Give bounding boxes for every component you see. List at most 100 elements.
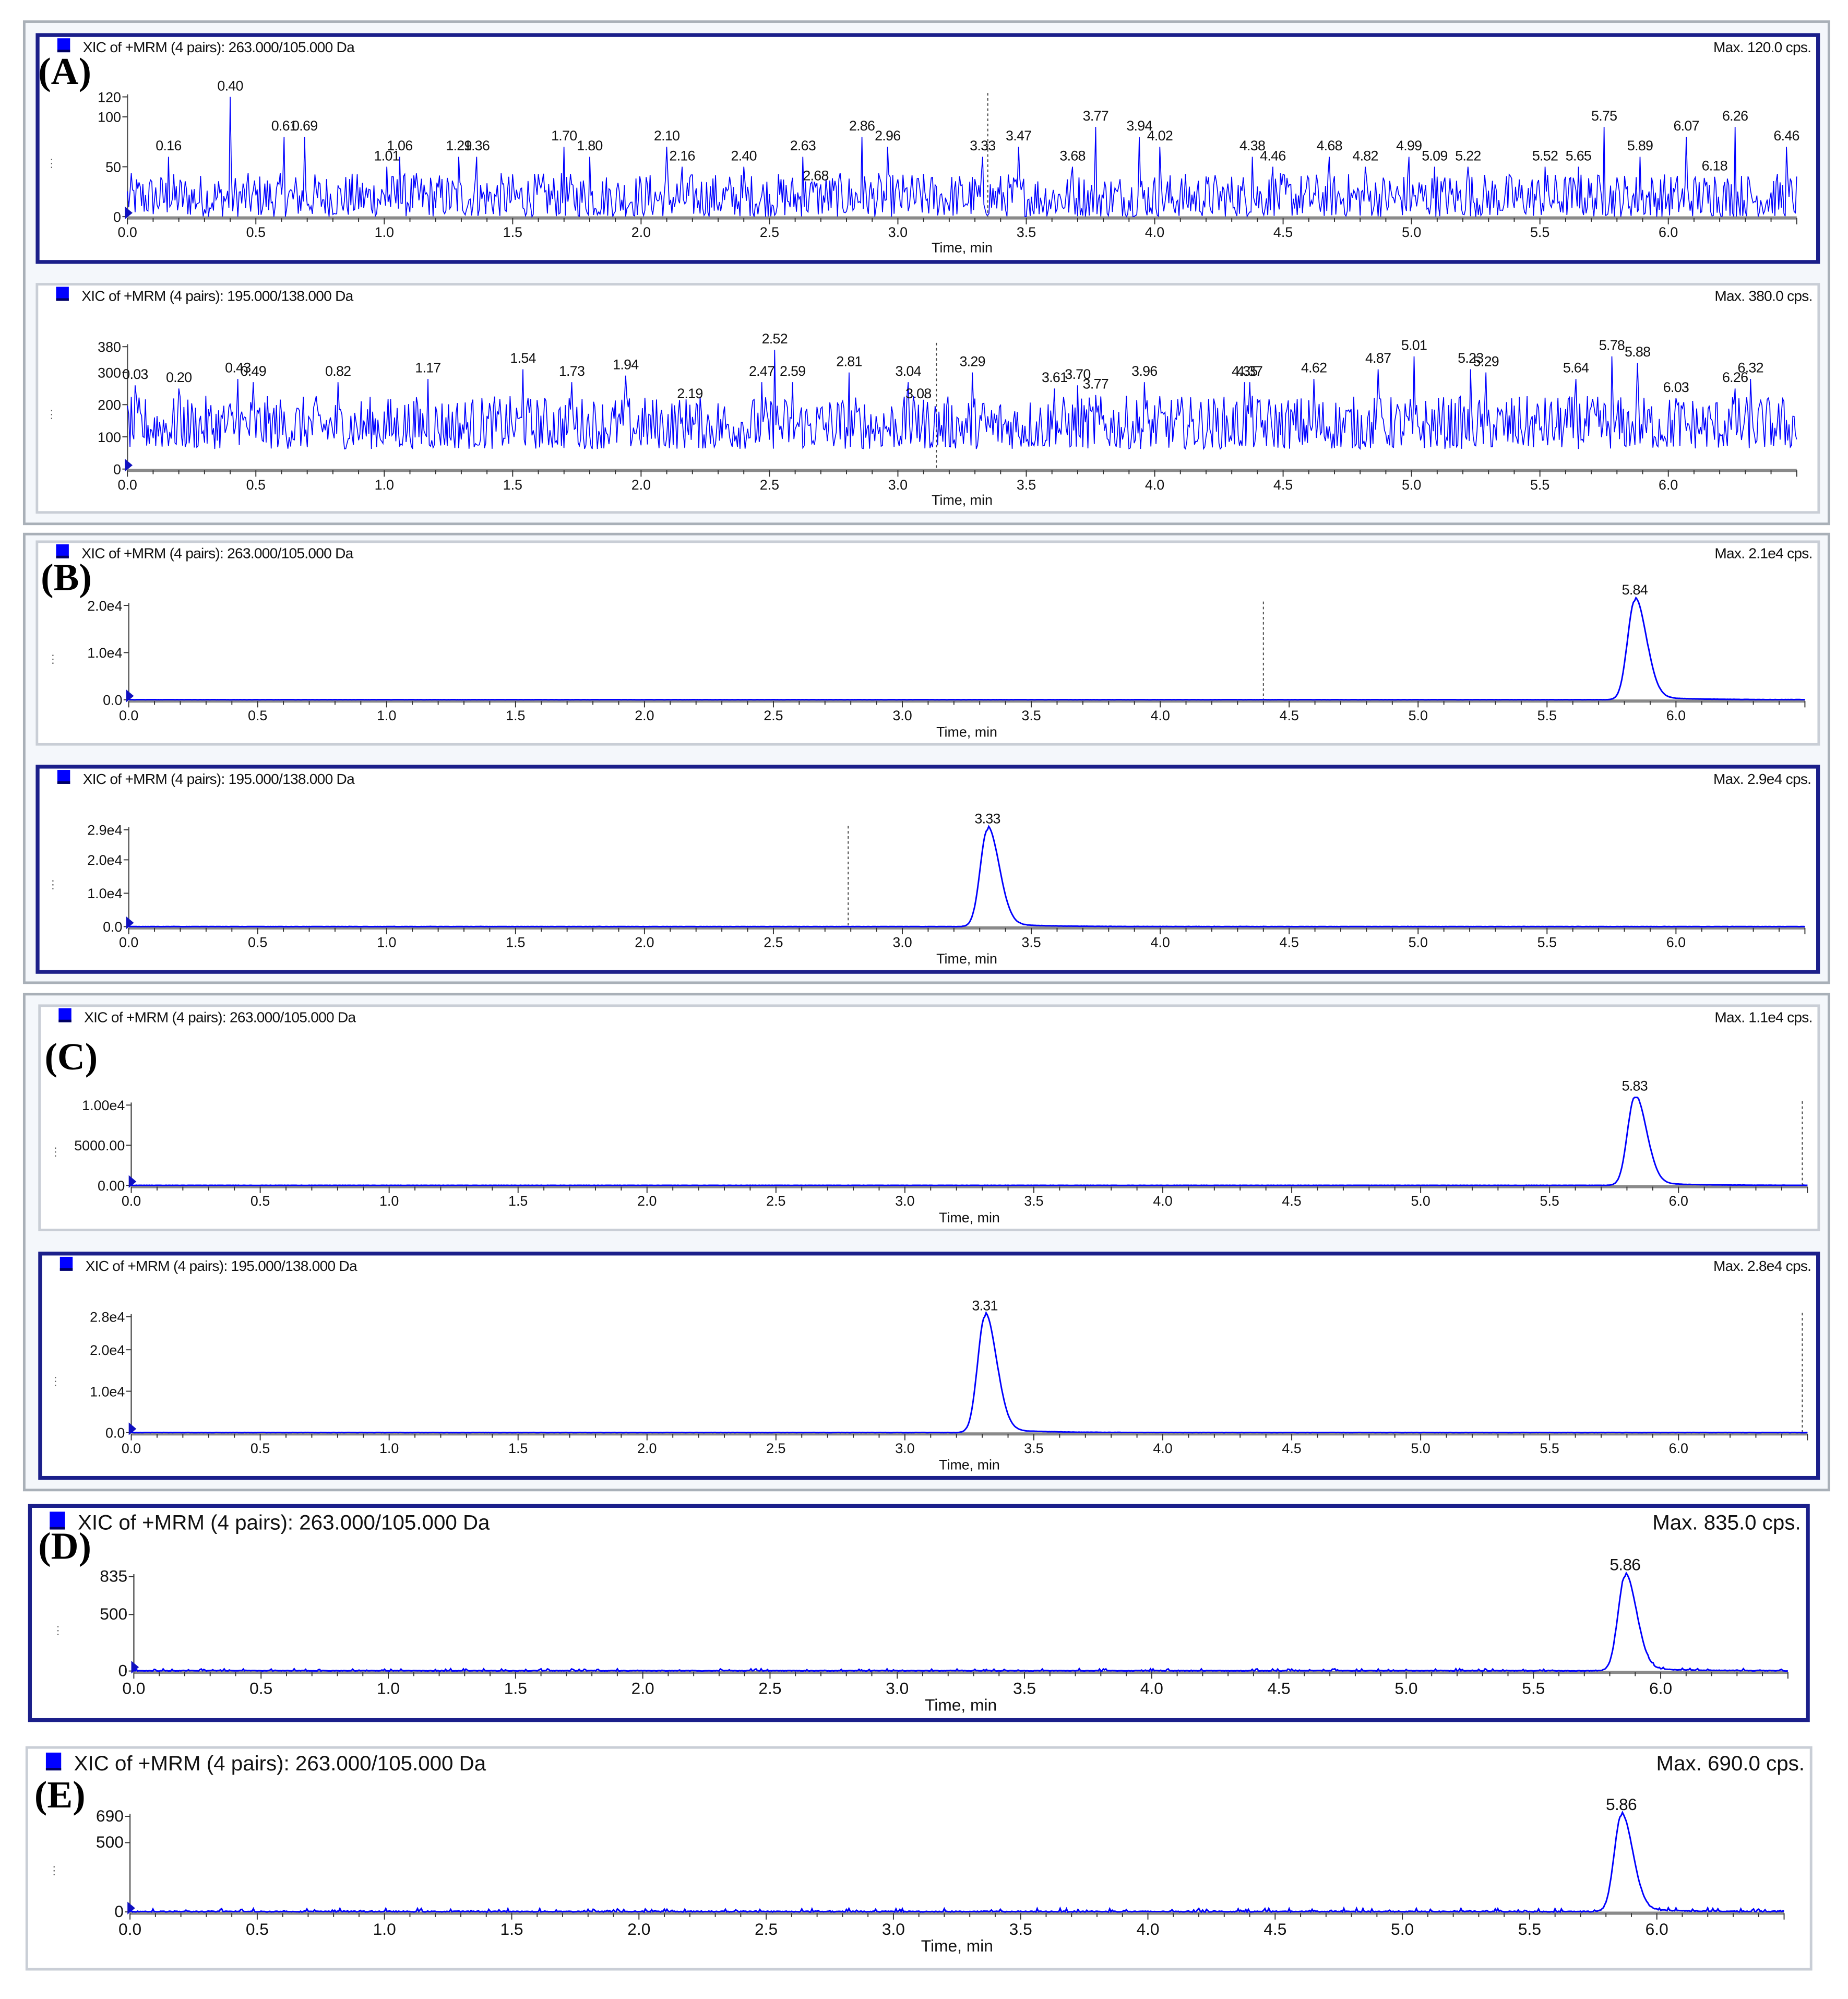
y-tick-label: 2.9e4: [87, 823, 122, 838]
peak-rt-label: 1.94: [613, 357, 639, 373]
x-tick-label: 0.0: [122, 1679, 145, 1698]
chromatogram-trace: [128, 825, 1805, 927]
x-tick-label: 5.5: [1530, 224, 1549, 240]
y-axis-collapse-icon: ⋮: [50, 1145, 61, 1158]
peak-rt-label: 3.68: [1059, 148, 1085, 163]
x-tick-label: 2.0: [631, 1679, 654, 1698]
peak-rt-label: 2.96: [875, 128, 900, 144]
x-tick-label: 1.0: [379, 1193, 399, 1209]
x-tick-label: 5.5: [1540, 1193, 1559, 1209]
panel-label-e: (E): [34, 1774, 86, 1816]
x-tick-label: 3.5: [1024, 1193, 1043, 1209]
peak-rt-label: 2.19: [677, 386, 702, 401]
peak-rt-label: 4.62: [1301, 360, 1327, 376]
x-tick-label: 1.5: [500, 1920, 523, 1938]
y-tick-label: 0: [118, 1661, 128, 1680]
x-tick-label: 0.5: [248, 934, 267, 950]
x-tick-label: 5.5: [1518, 1920, 1541, 1938]
x-tick-label: 5.0: [1391, 1920, 1414, 1938]
y-tick-label: 0.0: [103, 919, 122, 935]
x-tick-label: 4.0: [1140, 1679, 1163, 1698]
x-tick-label: 0.0: [119, 934, 138, 950]
x-tick-label: 2.5: [755, 1920, 778, 1938]
peak-rt-label: 2.40: [731, 148, 757, 163]
y-tick-label: 0.0: [103, 692, 122, 708]
x-tick-label: 5.0: [1394, 1679, 1417, 1698]
peak-rt-label: 2.68: [803, 168, 828, 184]
peak-rt-label: 5.78: [1599, 338, 1625, 353]
peak-rt-label: 5.22: [1455, 148, 1481, 163]
x-tick-label: 5.5: [1540, 1441, 1559, 1456]
x-tick-label: 1.5: [503, 224, 522, 240]
y-tick-label: 50: [105, 159, 121, 175]
y-axis-collapse-icon: ⋮: [49, 1864, 60, 1877]
x-tick-label: 0.5: [246, 224, 266, 240]
y-axis-collapse-icon: ⋮: [46, 408, 57, 421]
y-tick-label: 500: [96, 1833, 124, 1851]
peak-rt-label: 2.16: [669, 148, 695, 163]
peak-rt-label: 5.65: [1566, 148, 1591, 163]
peak-rt-label: 3.33: [970, 138, 995, 153]
peak-rt-label: 5.09: [1422, 148, 1447, 163]
x-tick-label: 3.0: [886, 1679, 909, 1698]
chromatogram-trace: [128, 596, 1805, 701]
peak-rt-label: 0.16: [156, 138, 181, 153]
x-tick-label: 2.5: [760, 477, 779, 493]
peak-rt-label: 4.02: [1147, 128, 1173, 144]
x-tick-label: 5.5: [1530, 477, 1549, 493]
peak-rt-label: 4.37: [1237, 363, 1262, 379]
x-tick-label: 2.5: [764, 934, 783, 950]
y-axis-collapse-icon: ⋮: [50, 1374, 61, 1387]
peak-rt-label: 2.59: [780, 363, 805, 379]
x-tick-label: 4.5: [1282, 1193, 1301, 1209]
x-tick-label: 2.5: [766, 1441, 785, 1456]
x-tick-label: 3.0: [882, 1920, 905, 1938]
y-tick-label: 2.0e4: [87, 598, 122, 614]
x-tick-label: 1.0: [375, 224, 394, 240]
x-tick-label: 1.0: [377, 934, 396, 950]
y-axis-collapse-icon: ⋮: [46, 157, 57, 170]
x-tick-label: 1.0: [379, 1441, 399, 1456]
y-tick-label: 500: [100, 1604, 127, 1623]
x-tick-label: 4.5: [1263, 1920, 1286, 1938]
x-tick-label: 4.0: [1150, 934, 1170, 950]
peak-rt-label: 4.68: [1316, 138, 1342, 153]
y-tick-label: 690: [96, 1806, 124, 1825]
peak-rt-label: 5.84: [1622, 582, 1648, 598]
x-tick-label: 4.0: [1153, 1193, 1172, 1209]
peak-rt-label: 5.83: [1622, 1078, 1648, 1094]
peak-rt-label: 1.73: [559, 363, 585, 379]
peak-rt-label: 4.46: [1260, 148, 1285, 163]
x-tick-label: 3.0: [892, 934, 912, 950]
peak-rt-label: 0.40: [217, 78, 243, 93]
peak-rt-label: 6.18: [1702, 158, 1727, 173]
x-axis-title: Time, min: [932, 240, 993, 256]
x-tick-label: 4.5: [1268, 1679, 1291, 1698]
peak-rt-label: 6.32: [1737, 360, 1763, 376]
x-tick-label: 6.0: [1666, 934, 1686, 950]
x-tick-label: 6.0: [1666, 708, 1686, 723]
y-tick-label: 1.00e4: [82, 1098, 125, 1113]
peak-rt-label: 2.63: [790, 138, 816, 153]
y-tick-label: 5000.00: [74, 1138, 125, 1153]
x-tick-label: 3.5: [1024, 1441, 1043, 1456]
y-tick-label: 2.0e4: [90, 1342, 125, 1358]
x-tick-label: 2.0: [631, 477, 651, 493]
x-tick-label: 0.5: [251, 1193, 270, 1209]
peak-rt-label: 3.61: [1042, 370, 1067, 385]
x-tick-label: 1.5: [503, 477, 522, 493]
peak-rt-label: 6.46: [1773, 128, 1799, 144]
x-tick-label: 4.5: [1280, 708, 1299, 723]
peak-rt-label: 6.26: [1722, 108, 1748, 124]
y-tick-label: 380: [98, 339, 121, 355]
x-tick-label: 5.0: [1411, 1441, 1430, 1456]
x-tick-label: 0.5: [251, 1441, 270, 1456]
x-tick-label: 1.5: [508, 1193, 528, 1209]
peak-rt-label: 5.01: [1401, 338, 1427, 353]
y-tick-label: 120: [98, 89, 121, 105]
x-tick-label: 5.0: [1411, 1193, 1430, 1209]
peak-rt-label: 5.86: [1609, 1555, 1640, 1574]
x-tick-label: 4.0: [1150, 708, 1170, 723]
peak-rt-label: 3.33: [974, 811, 1000, 827]
x-axis-title: Time, min: [925, 1695, 997, 1714]
